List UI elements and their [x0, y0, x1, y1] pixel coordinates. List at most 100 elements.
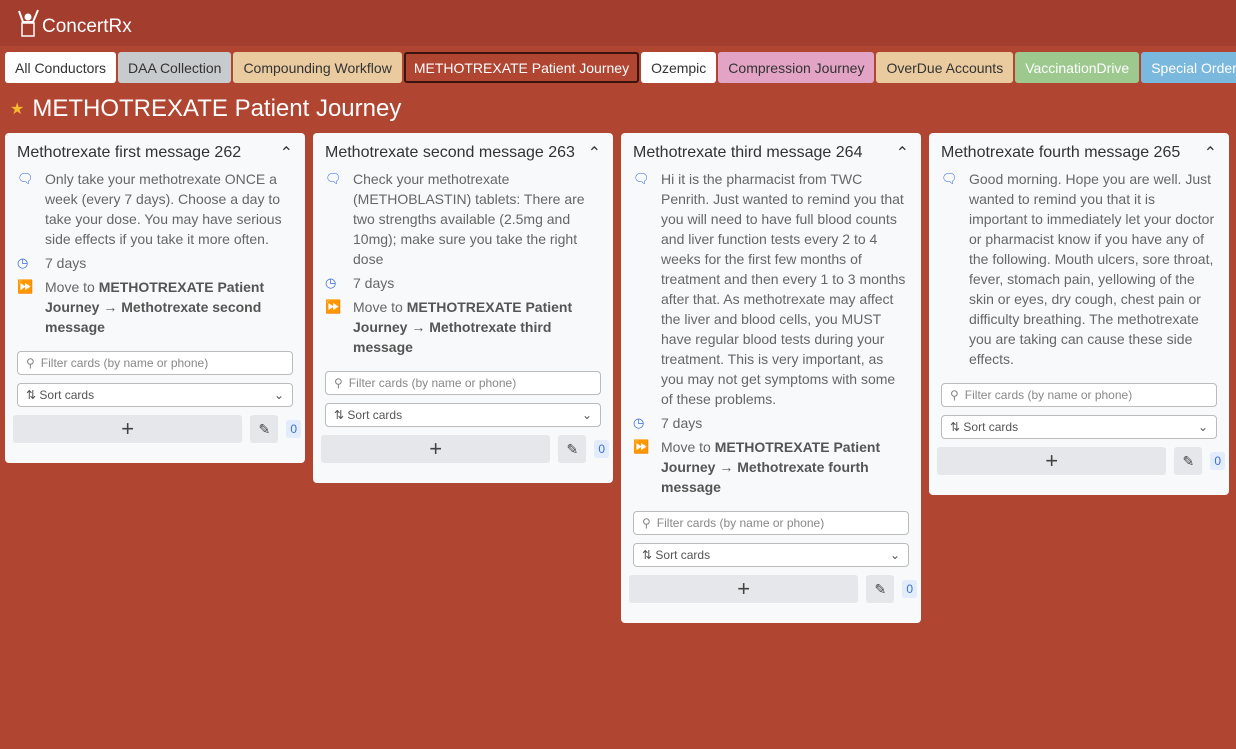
column: Methotrexate third message 264 ⌃ 🗨 Hi it i…	[621, 133, 921, 623]
message-text: Only take your methotrexate ONCE a week …	[45, 171, 282, 247]
sort-icon: ⇅	[334, 408, 345, 422]
column-actions: + ✎ 0	[13, 415, 301, 443]
move-row: ⏩ Move to METHOTREXATE Patient Journey → …	[325, 297, 601, 357]
tab-special-orders[interactable]: Special Orders	[1141, 52, 1236, 83]
filter-placeholder: Filter cards (by name or phone)	[964, 388, 1133, 402]
page-title-text: METHOTREXATE Patient Journey	[32, 95, 402, 122]
edit-icon: ✎	[258, 420, 271, 437]
chat-icon: 🗨	[17, 171, 34, 186]
message-text: Hi it is the pharmacist from TWC Penrith…	[661, 171, 906, 407]
tab-compression-journey[interactable]: Compression Journey	[718, 52, 875, 83]
chevron-up-icon[interactable]: ⌃	[1204, 143, 1217, 163]
tab-daa-collection[interactable]: DAA Collection	[118, 52, 232, 83]
move-row: ⏩ Move to METHOTREXATE Patient Journey → …	[633, 437, 909, 497]
column: Methotrexate first message 262 ⌃ 🗨 Only ta…	[5, 133, 305, 463]
move-prefix: Move to	[45, 279, 99, 295]
card-count-badge: 0	[286, 420, 301, 438]
chevron-down-icon: ⌄	[273, 388, 284, 402]
add-card-button[interactable]: +	[13, 415, 243, 443]
filter-cards-input[interactable]: ⚲ Filter cards (by name or phone)	[325, 371, 601, 395]
delay-text: 7 days	[661, 415, 703, 431]
chevron-up-icon[interactable]: ⌃	[280, 143, 293, 163]
tab-methotrexate-patient-journey[interactable]: METHOTREXATE Patient Journey	[403, 52, 640, 83]
move-prefix: Move to	[353, 299, 407, 315]
fast-forward-icon: ⏩	[17, 279, 34, 294]
message-row: 🗨 Good morning. Hope you are well. Just w…	[941, 169, 1217, 369]
delay-row: ◷ 7 days	[633, 413, 909, 433]
add-card-button[interactable]: +	[937, 447, 1167, 475]
edit-icon: ✎	[874, 580, 887, 597]
conductor-logo-icon	[18, 9, 39, 37]
delay-text: 7 days	[45, 255, 87, 271]
sort-label: Sort cards	[655, 548, 711, 562]
logo[interactable]: ConcertRx	[16, 8, 132, 38]
star-icon[interactable]: ★	[10, 99, 24, 119]
delay-row: ◷ 7 days	[325, 273, 601, 293]
tab-overdue-accounts[interactable]: OverDue Accounts	[876, 52, 1014, 83]
search-icon: ⚲	[950, 388, 959, 402]
column-actions: + ✎ 0	[937, 447, 1225, 475]
search-icon: ⚲	[334, 376, 343, 390]
conductor-tabs: All Conductors DAA Collection Compounding …	[0, 46, 1236, 83]
sort-label: Sort cards	[963, 420, 1019, 434]
edit-icon: ✎	[566, 440, 579, 457]
chevron-down-icon: ⌄	[581, 408, 592, 422]
message-row: 🗨 Only take your methotrexate ONCE a week…	[17, 169, 293, 249]
edit-button[interactable]: ✎	[250, 415, 279, 443]
chat-icon: 🗨	[633, 171, 650, 186]
filter-cards-input[interactable]: ⚲ Filter cards (by name or phone)	[17, 351, 293, 375]
edit-button[interactable]: ✎	[1174, 447, 1203, 475]
move-row: ⏩ Move to METHOTREXATE Patient Journey → …	[17, 277, 293, 337]
edit-button[interactable]: ✎	[866, 575, 895, 603]
fast-forward-icon: ⏩	[633, 439, 650, 454]
move-prefix: Move to	[661, 439, 715, 455]
message-text: Check your methotrexate (METHOBLASTIN) t…	[353, 171, 585, 267]
filter-placeholder: Filter cards (by name or phone)	[656, 516, 825, 530]
chevron-down-icon: ⌄	[1197, 420, 1208, 434]
chevron-up-icon[interactable]: ⌃	[588, 143, 601, 163]
clock-icon: ◷	[17, 255, 29, 270]
chevron-up-icon[interactable]: ⌃	[896, 143, 909, 163]
add-card-button[interactable]: +	[321, 435, 551, 463]
edit-button[interactable]: ✎	[558, 435, 587, 463]
column-header: Methotrexate first message 262 ⌃	[17, 143, 293, 163]
page-title: ★ METHOTREXATE Patient Journey	[0, 83, 1236, 129]
search-icon: ⚲	[642, 516, 651, 530]
filter-cards-input[interactable]: ⚲ Filter cards (by name or phone)	[633, 511, 909, 535]
column: Methotrexate second message 263 ⌃ 🗨 Check …	[313, 133, 613, 483]
column-title: Methotrexate second message 263	[325, 144, 575, 161]
sort-cards-select[interactable]: ⇅ Sort cards ⌄	[325, 403, 601, 427]
message-text: Good morning. Hope you are well. Just wa…	[969, 171, 1215, 367]
filter-cards-input[interactable]: ⚲ Filter cards (by name or phone)	[941, 383, 1217, 407]
sort-cards-select[interactable]: ⇅ Sort cards ⌄	[633, 543, 909, 567]
card-count-badge: 0	[594, 440, 609, 458]
sort-icon: ⇅	[642, 548, 653, 562]
column-actions: + ✎ 0	[629, 575, 917, 603]
columns: Methotrexate first message 262 ⌃ 🗨 Only ta…	[0, 129, 1236, 627]
search-icon: ⚲	[26, 356, 35, 370]
sort-label: Sort cards	[39, 388, 95, 402]
column-title: Methotrexate third message 264	[633, 144, 863, 161]
tab-compounding-workflow[interactable]: Compounding Workflow	[233, 52, 402, 83]
tab-all-conductors[interactable]: All Conductors	[5, 52, 117, 83]
column-header: Methotrexate fourth message 265 ⌃	[941, 143, 1217, 163]
tab-ozempic[interactable]: Ozempic	[641, 52, 717, 83]
delay-row: ◷ 7 days	[17, 253, 293, 273]
column: Methotrexate fourth message 265 ⌃ 🗨 Good m…	[929, 133, 1229, 495]
card-count-badge: 0	[902, 580, 917, 598]
filter-placeholder: Filter cards (by name or phone)	[40, 356, 209, 370]
chevron-down-icon: ⌄	[889, 548, 900, 562]
column-actions: + ✎ 0	[321, 435, 609, 463]
fast-forward-icon: ⏩	[325, 299, 342, 314]
add-card-button[interactable]: +	[629, 575, 859, 603]
chat-icon: 🗨	[941, 171, 958, 186]
column-title: Methotrexate first message 262	[17, 144, 242, 161]
tab-vaccinationdrive[interactable]: VaccinationDrive	[1015, 52, 1140, 83]
sort-cards-select[interactable]: ⇅ Sort cards ⌄	[941, 415, 1217, 439]
filter-placeholder: Filter cards (by name or phone)	[348, 376, 517, 390]
sort-cards-select[interactable]: ⇅ Sort cards ⌄	[17, 383, 293, 407]
message-row: 🗨 Check your methotrexate (METHOBLASTIN) …	[325, 169, 601, 269]
top-bar: ConcertRx	[0, 0, 1236, 46]
column-title: Methotrexate fourth message 265	[941, 144, 1181, 161]
clock-icon: ◷	[633, 415, 645, 430]
